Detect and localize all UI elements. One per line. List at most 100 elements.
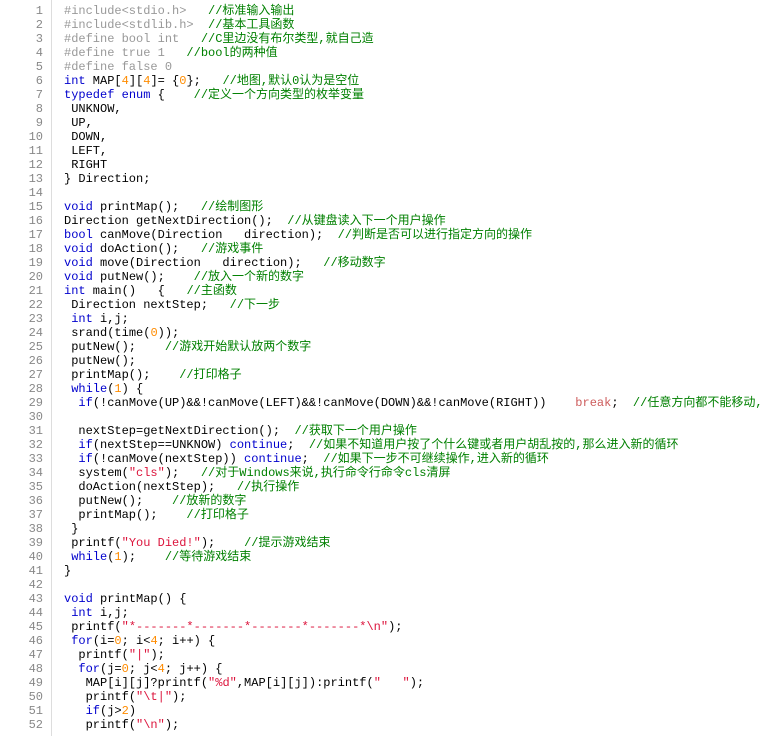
code-line[interactable]: #define true 1 //bool的两种值 (64, 46, 761, 60)
token-id: putNew(); (64, 494, 172, 508)
code-line[interactable]: printMap(); //打印格子 (64, 508, 761, 522)
code-line[interactable]: printf("*-------*-------*-------*-------… (64, 620, 761, 634)
token-id: DOWN, (64, 130, 107, 144)
code-line[interactable]: putNew(); //放新的数字 (64, 494, 761, 508)
token-id: LEFT, (64, 144, 107, 158)
token-pp: #define false 0 (64, 60, 172, 74)
token-fn: printf (86, 718, 129, 732)
code-line[interactable]: system("cls"); //对于Windows来说,执行命令行命令cls清… (64, 466, 761, 480)
code-line[interactable]: while(1); //等待游戏结束 (64, 550, 761, 564)
code-line[interactable] (64, 410, 761, 424)
token-ctl: break (575, 396, 611, 410)
code-line[interactable] (64, 186, 761, 200)
code-line[interactable]: UP, (64, 116, 761, 130)
code-line[interactable]: void doAction(); //游戏事件 (64, 242, 761, 256)
code-line[interactable]: MAP[i][j]?printf("%d",MAP[i][j]):printf(… (64, 676, 761, 690)
code-line[interactable]: void printMap() { (64, 592, 761, 606)
token-pp: #include<stdlib.h> (64, 18, 208, 32)
line-number: 47 (0, 648, 43, 662)
token-pp: #define true 1 (64, 46, 186, 60)
line-number: 40 (0, 550, 43, 564)
code-line[interactable]: nextStep=getNextDirection(); //获取下一个用户操作 (64, 424, 761, 438)
token-num: 4 (158, 662, 165, 676)
code-line[interactable]: putNew(); //游戏开始默认放两个数字 (64, 340, 761, 354)
token-id: } Direction; (64, 172, 150, 186)
code-line[interactable]: void move(Direction direction); //移动数字 (64, 256, 761, 270)
token-id: ; (302, 452, 324, 466)
token-id: (nextStep==UNKNOW) (93, 438, 230, 452)
code-line[interactable]: for(i=0; i<4; i++) { (64, 634, 761, 648)
code-line[interactable]: printf("\n"); (64, 718, 761, 732)
code-line[interactable]: #include<stdlib.h> //基本工具函数 (64, 18, 761, 32)
code-line[interactable]: while(1) { (64, 382, 761, 396)
code-line[interactable] (64, 578, 761, 592)
token-num: 0 (122, 662, 129, 676)
code-line[interactable]: printf("|"); (64, 648, 761, 662)
token-cm: //如果不知道用户按了个什么键或者用户胡乱按的,那么进入新的循环 (309, 438, 679, 452)
code-line[interactable]: printMap(); //打印格子 (64, 368, 761, 382)
code-line[interactable]: typedef enum { //定义一个方向类型的枚举变量 (64, 88, 761, 102)
code-line[interactable]: srand(time(0)); (64, 326, 761, 340)
token-id: putNew(); (64, 354, 136, 368)
code-line[interactable]: Direction nextStep; //下一步 (64, 298, 761, 312)
code-editor-content[interactable]: #include<stdio.h> //标准输入输出#include<stdli… (52, 0, 761, 736)
token-kw: typedef (64, 88, 114, 102)
token-fn: printf (78, 648, 121, 662)
code-line[interactable]: printf("\t|"); (64, 690, 761, 704)
code-line[interactable]: void putNew(); //放入一个新的数字 (64, 270, 761, 284)
line-number: 29 (0, 396, 43, 410)
code-line[interactable]: doAction(nextStep); //执行操作 (64, 480, 761, 494)
line-number: 7 (0, 88, 43, 102)
code-line[interactable]: LEFT, (64, 144, 761, 158)
code-line[interactable]: } (64, 564, 761, 578)
token-kw: void (64, 200, 93, 214)
token-id: ); (165, 718, 179, 732)
token-kw: continue (230, 438, 288, 452)
token-id: ) (129, 704, 136, 718)
line-number: 5 (0, 60, 43, 74)
line-number: 27 (0, 368, 43, 382)
token-kw: int (64, 74, 86, 88)
token-id (64, 648, 78, 662)
code-line[interactable]: } Direction; (64, 172, 761, 186)
code-line[interactable]: #define bool int //C里边没有布尔类型,就自己造 (64, 32, 761, 46)
code-line[interactable]: if(nextStep==UNKNOW) continue; //如果不知道用户… (64, 438, 761, 452)
code-line[interactable]: int i,j; (64, 606, 761, 620)
token-id (64, 662, 78, 676)
line-number: 12 (0, 158, 43, 172)
code-line[interactable]: bool canMove(Direction direction); //判断是… (64, 228, 761, 242)
token-id: move(Direction direction); (93, 256, 323, 270)
code-line[interactable]: void printMap(); //绘制图形 (64, 200, 761, 214)
code-line[interactable]: printf("You Died!"); //提示游戏结束 (64, 536, 761, 550)
token-kw: enum (122, 88, 151, 102)
token-cm: //主函数 (186, 284, 236, 298)
code-line[interactable]: int i,j; (64, 312, 761, 326)
code-line[interactable]: int main() { //主函数 (64, 284, 761, 298)
code-line[interactable]: if(!canMove(UP)&&!canMove(LEFT)&&!canMov… (64, 396, 761, 410)
code-line[interactable]: int MAP[4][4]= {0}; //地图,默认0认为是空位 (64, 74, 761, 88)
token-id (114, 88, 121, 102)
token-cm: //移动数字 (323, 256, 385, 270)
code-line[interactable]: if(j>2) (64, 704, 761, 718)
token-fn: printf (86, 690, 129, 704)
token-cm: //从键盘读入下一个用户操作 (287, 214, 445, 228)
code-line[interactable]: for(j=0; j<4; j++) { (64, 662, 761, 676)
token-cm: //bool的两种值 (186, 46, 277, 60)
token-str: "|" (129, 648, 151, 662)
token-id: ,MAP[i][j]): (237, 676, 323, 690)
code-line[interactable]: #include<stdio.h> //标准输入输出 (64, 4, 761, 18)
code-line[interactable]: UNKNOW, (64, 102, 761, 116)
token-kw: while (71, 382, 107, 396)
code-line[interactable]: RIGHT (64, 158, 761, 172)
token-cm: //地图,默认0认为是空位 (222, 74, 359, 88)
code-line[interactable]: DOWN, (64, 130, 761, 144)
token-id: ); (388, 620, 402, 634)
code-line[interactable]: #define false 0 (64, 60, 761, 74)
code-line[interactable]: } (64, 522, 761, 536)
code-line[interactable]: Direction getNextDirection(); //从键盘读入下一个… (64, 214, 761, 228)
code-line[interactable]: if(!canMove(nextStep)) continue; //如果下一步… (64, 452, 761, 466)
token-id: (i= (93, 634, 115, 648)
code-line[interactable]: putNew(); (64, 354, 761, 368)
token-cm: //对于Windows来说,执行命令行命令cls清屏 (201, 466, 451, 480)
token-id: UP, (64, 116, 93, 130)
